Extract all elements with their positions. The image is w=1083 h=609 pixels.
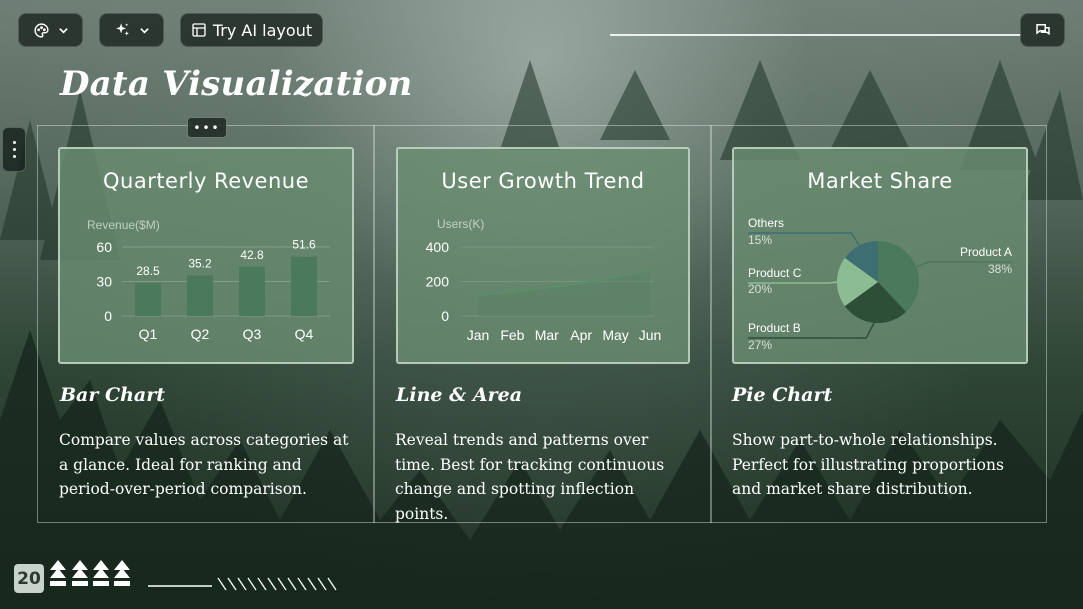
legend-name: Product A	[960, 245, 1012, 259]
x-tick-label: Q3	[243, 326, 262, 342]
drag-handle[interactable]: •••	[187, 117, 227, 138]
layout-icon	[191, 22, 207, 38]
legend-name: Others	[748, 216, 784, 230]
bar-chart-card[interactable]: Quarterly Revenue Revenue($M) 0 30 60 28.5 Q1…	[58, 147, 354, 364]
y-axis-label: Users(K)	[437, 217, 484, 231]
x-tick-label: Jan	[467, 327, 490, 343]
legend-name: Product C	[748, 266, 802, 280]
y-tick-label: 30	[96, 274, 112, 290]
section-heading-line: Line & Area	[396, 384, 523, 406]
theme-button[interactable]	[18, 13, 83, 47]
x-tick-label: May	[602, 327, 628, 343]
x-tick-label: Q2	[191, 326, 210, 342]
x-tick-label: Feb	[500, 327, 524, 343]
y-tick-label: 400	[426, 239, 450, 255]
x-tick-label: Mar	[535, 327, 559, 343]
chevron-down-icon	[58, 25, 69, 36]
column-divider	[710, 125, 712, 523]
try-ai-layout-label: Try AI layout	[212, 20, 313, 40]
palette-icon	[33, 22, 50, 39]
x-tick-label: Q4	[295, 326, 314, 342]
data-point	[613, 274, 618, 280]
bar	[239, 266, 265, 316]
title-bar-divider	[610, 34, 1022, 36]
data-label: 20%	[748, 282, 772, 296]
bar	[187, 275, 213, 316]
bar-chart: Revenue($M) 0 30 60 28.5 Q1 35.2 Q2 42.8 Q3 51.6 Q4	[87, 218, 330, 342]
section-description-bar: Compare values across categories at a gl…	[59, 431, 349, 498]
data-label: 35.2	[188, 257, 212, 271]
comment-button[interactable]	[1020, 13, 1065, 47]
y-axis-label: Revenue($M)	[87, 218, 160, 232]
x-tick-label: Apr	[570, 327, 592, 343]
y-tick-label: 0	[441, 308, 449, 324]
y-tick-label: 0	[104, 308, 112, 324]
data-label: 38%	[988, 262, 1012, 276]
column-divider	[373, 125, 375, 523]
line-chart: Users(K) 0 200 400 Jan Feb Mar Apr May Jun	[426, 217, 662, 343]
section-description-line: Reveal trends and patterns over time. Be…	[395, 431, 665, 523]
data-label: 42.8	[240, 248, 264, 262]
data-point	[579, 281, 584, 286]
decorative-arrows	[50, 560, 337, 591]
data-point	[647, 268, 653, 273]
sparkle-icon	[114, 22, 131, 39]
comment-icon	[1034, 21, 1052, 39]
try-ai-layout-button[interactable]: Try AI layout	[180, 13, 323, 47]
section-heading-bar: Bar Chart	[60, 384, 166, 406]
bar	[135, 283, 161, 316]
y-tick-label: 200	[426, 274, 450, 290]
ai-tools-button[interactable]	[99, 13, 164, 47]
y-tick-label: 60	[96, 239, 112, 255]
data-label: 51.6	[292, 238, 316, 252]
section-heading-pie: Pie Chart	[732, 384, 833, 406]
data-label: 27%	[748, 338, 772, 352]
bar	[291, 256, 317, 316]
line-chart-card[interactable]: User Growth Trend Users(K) 0 200 400 Jan Feb M…	[396, 147, 690, 364]
data-point	[510, 289, 515, 295]
data-label: 28.5	[136, 264, 160, 278]
data-point	[544, 285, 549, 290]
x-tick-label: Q1	[139, 326, 158, 342]
page-title: Data Visualization	[60, 64, 413, 104]
legend-name: Product B	[748, 321, 801, 335]
data-label: 15%	[748, 233, 772, 247]
side-drag-handle[interactable]	[2, 127, 26, 172]
section-description-pie: Show part-to-whole relationships. Perfec…	[732, 431, 1004, 498]
pie-chart-card[interactable]: Market Share Product A 38% Product B 27% Pro…	[732, 147, 1028, 364]
x-tick-label: Jun	[639, 327, 662, 343]
chevron-down-icon	[139, 25, 150, 36]
pie-chart: Product A 38% Product B 27% Product C 20% Othe…	[748, 216, 1012, 352]
data-point	[475, 293, 481, 298]
